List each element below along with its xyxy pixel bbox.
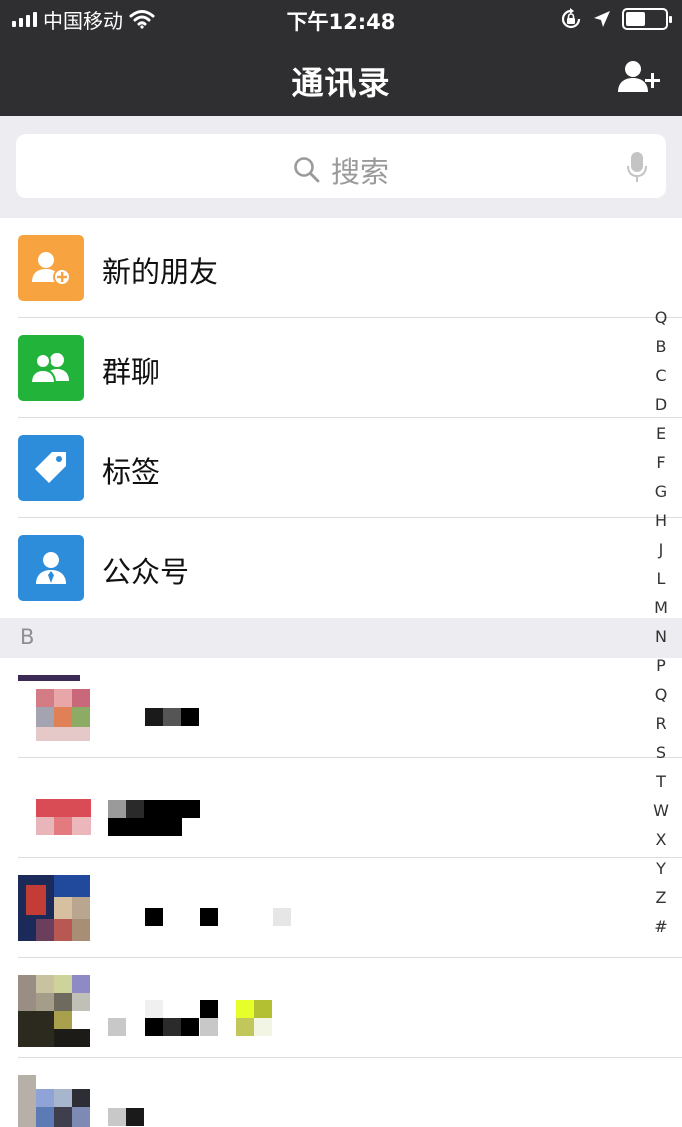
battery-icon (622, 8, 672, 30)
menu-label-tags: 标签 (102, 455, 161, 489)
contact-row[interactable] (0, 758, 682, 858)
search-icon (294, 157, 320, 183)
location-arrow-icon (594, 11, 610, 27)
menu-item-group-chat[interactable]: 群聊 (0, 318, 682, 418)
menu-label-new-friends: 新的朋友 (102, 255, 219, 289)
section-header-b: B (0, 618, 682, 658)
index-letter[interactable]: M (654, 593, 668, 622)
avatar (18, 775, 91, 848)
alphabet-index[interactable]: Q B C D E F G H J L M N P Q R S T W X Y Z # (648, 303, 674, 941)
menu-item-official-accounts[interactable]: 公众号 (0, 518, 682, 618)
search-input[interactable]: 搜索 (16, 134, 666, 198)
index-letter[interactable]: D (655, 390, 667, 419)
contact-list (0, 658, 682, 1127)
index-letter[interactable]: R (655, 709, 666, 738)
search-inner: 搜索 (16, 149, 666, 191)
index-letter[interactable]: X (656, 825, 667, 854)
menu-item-tags[interactable]: 标签 (0, 418, 682, 518)
avatar (18, 875, 91, 948)
menu-item-new-friends[interactable]: 新的朋友 (0, 218, 682, 318)
index-letter[interactable]: H (655, 506, 667, 535)
index-letter[interactable]: C (655, 361, 666, 390)
search-area: 搜索 (0, 116, 682, 218)
index-letter[interactable]: Z (656, 883, 667, 912)
menu-label-official-accounts: 公众号 (102, 555, 190, 589)
contact-row[interactable] (0, 658, 682, 758)
status-bar: 中国移动 下午12:48 (0, 0, 682, 38)
index-letter[interactable]: E (656, 419, 666, 448)
index-search-icon[interactable]: Q (655, 303, 668, 332)
index-letter[interactable]: # (654, 912, 667, 941)
microphone-icon[interactable] (626, 151, 648, 183)
avatar (18, 675, 91, 748)
search-placeholder: 搜索 (330, 155, 389, 189)
page-title: 通讯录 (291, 64, 391, 102)
official-account-icon (18, 535, 84, 601)
index-letter[interactable]: P (656, 651, 666, 680)
section-letter: B (20, 625, 35, 649)
add-contact-icon[interactable] (616, 58, 662, 96)
tag-icon (18, 435, 84, 501)
nav-bar: 通讯录 (0, 38, 682, 116)
index-letter[interactable]: L (657, 564, 666, 593)
avatar (18, 975, 91, 1048)
status-right (560, 6, 672, 32)
group-chat-icon (18, 335, 84, 401)
index-letter[interactable]: Q (655, 680, 668, 709)
function-menu: 新的朋友 群聊 标签 公众号 (0, 218, 682, 618)
index-letter[interactable]: J (659, 535, 664, 564)
index-letter[interactable]: N (655, 622, 667, 651)
contact-row[interactable] (0, 858, 682, 958)
contact-row[interactable] (0, 958, 682, 1058)
index-letter[interactable]: B (656, 332, 667, 361)
avatar (18, 1075, 91, 1127)
rotation-lock-icon (561, 8, 581, 29)
index-letter[interactable]: W (653, 796, 669, 825)
index-letter[interactable]: G (655, 477, 667, 506)
index-letter[interactable]: Y (656, 854, 666, 883)
index-letter[interactable]: F (656, 448, 665, 477)
index-letter[interactable]: T (656, 767, 666, 796)
index-letter[interactable]: S (656, 738, 666, 767)
new-friend-icon (18, 235, 84, 301)
menu-label-group-chat: 群聊 (102, 355, 161, 389)
battery-level (626, 12, 645, 26)
contact-row[interactable] (0, 1058, 682, 1127)
